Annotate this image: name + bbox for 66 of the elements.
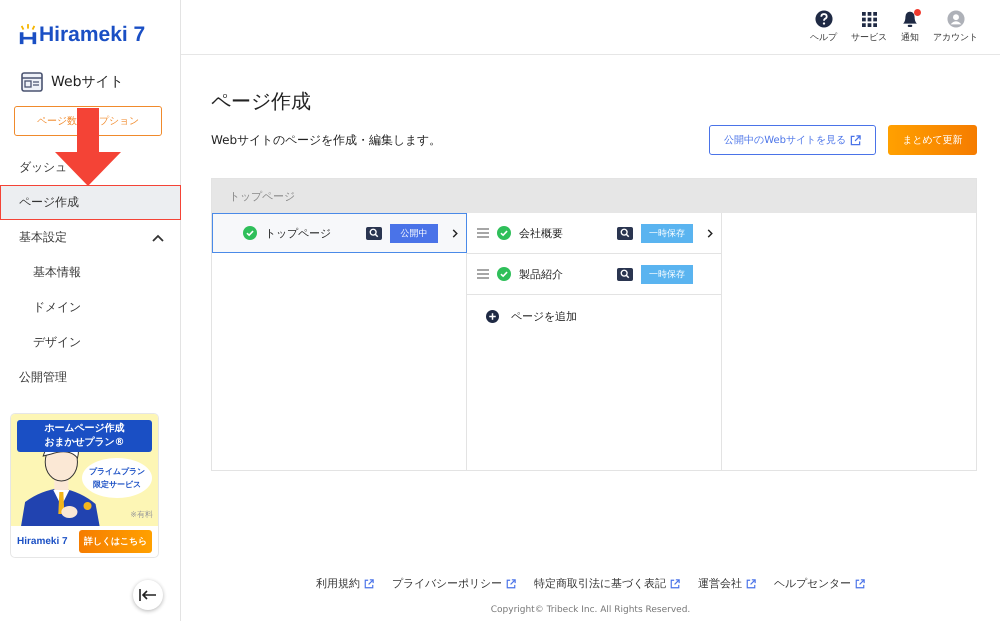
external-link-icon	[364, 578, 374, 588]
footer-link[interactable]: 特定商取引法に基づく表記	[534, 576, 680, 591]
banner-title: ホームページ作成 おまかせプラン®	[17, 420, 152, 452]
external-link-icon	[670, 578, 680, 588]
nav-item[interactable]: ページ作成	[0, 185, 181, 220]
collapse-icon	[139, 589, 157, 601]
nav-subitem[interactable]: ドメイン	[0, 290, 180, 325]
section-title: Webサイト	[51, 73, 124, 91]
preview-button[interactable]	[617, 268, 633, 280]
footer-link[interactable]: 運営会社	[698, 576, 756, 591]
browser-icon	[21, 72, 43, 92]
help-icon	[814, 10, 832, 28]
copyright: Copyright© Tribeck Inc. All Rights Reserved.	[490, 605, 690, 615]
help-button[interactable]: ヘルプ	[810, 10, 837, 44]
plus-icon	[486, 310, 499, 322]
breadcrumb: トップページ	[229, 188, 295, 204]
nav-item[interactable]: 基本設定	[0, 220, 180, 255]
logo-text: Hirameki 7	[39, 24, 146, 46]
footer-link[interactable]: 利用規約	[316, 576, 374, 591]
status-badge: 一時保存	[641, 224, 693, 242]
status-badge: 公開中	[390, 224, 438, 242]
page-name: トップページ	[265, 226, 332, 240]
bell-icon	[903, 11, 917, 27]
check-circle-icon	[243, 226, 257, 240]
logo-icon	[18, 24, 38, 46]
page-title: ページ作成	[211, 88, 312, 115]
search-icon	[369, 228, 379, 238]
search-icon	[620, 269, 630, 279]
page-name: 会社概要	[519, 226, 564, 240]
banner-card[interactable]: ホームページ作成 おまかせプラン® プライムプラン 限定サービス ※有料 Hirameki 7 詳しくはこちら	[10, 413, 159, 558]
chevron-right-icon[interactable]	[452, 228, 458, 238]
account-button[interactable]: アカウント	[933, 10, 978, 44]
drag-handle-icon[interactable]	[477, 228, 489, 238]
external-link-icon	[855, 578, 865, 588]
check-circle-icon	[497, 226, 511, 240]
chevron-icon[interactable]	[152, 234, 164, 242]
view-site-button[interactable]: 公開中のWebサイトを見る	[709, 125, 876, 155]
preview-button[interactable]	[617, 226, 633, 240]
nav-item[interactable]: 公開管理	[0, 360, 180, 395]
nav-subitem[interactable]: 基本情報	[0, 255, 180, 290]
notifications-button[interactable]: 通知	[901, 10, 919, 44]
banner-logo: Hirameki 7	[17, 536, 68, 547]
drag-handle-icon[interactable]	[477, 269, 489, 279]
page-row[interactable]: 会社概要 一時保存	[467, 213, 721, 254]
add-page-button[interactable]: ページを追加	[467, 295, 721, 337]
external-link-icon	[746, 578, 756, 588]
status-badge: 一時保存	[641, 264, 693, 284]
footer-link[interactable]: プライバシーポリシー	[392, 576, 516, 591]
page-description: Webサイトのページを作成・編集します。	[211, 132, 442, 148]
nav-item[interactable]: ダッシュ	[0, 150, 180, 185]
page-row[interactable]: トップページ 公開中	[212, 213, 467, 253]
nav-subitem[interactable]: デザイン	[0, 325, 180, 360]
search-icon	[620, 228, 630, 238]
page-row[interactable]: 製品紹介 一時保存	[467, 254, 721, 295]
chevron-right-icon[interactable]	[707, 228, 713, 238]
banner-note: ※有料	[130, 509, 153, 520]
services-button[interactable]: サービス	[851, 10, 887, 44]
account-icon	[946, 10, 964, 28]
footer-link[interactable]: ヘルプセンター	[774, 576, 865, 591]
grid-icon	[862, 12, 876, 26]
external-link-icon	[850, 134, 861, 146]
preview-button[interactable]	[366, 226, 382, 240]
check-circle-icon	[497, 267, 511, 281]
collapse-sidebar-button[interactable]	[133, 580, 163, 610]
external-link-icon	[506, 578, 516, 588]
page-name: 製品紹介	[519, 266, 564, 282]
